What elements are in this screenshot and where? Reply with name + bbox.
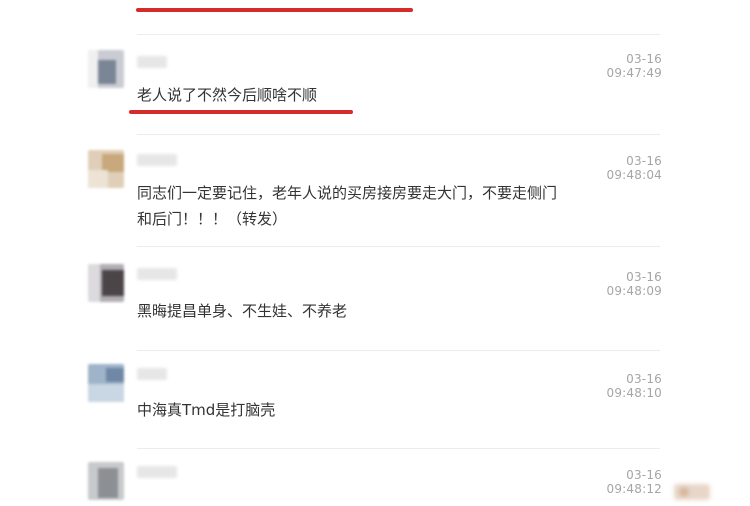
comment-text: 同志们一定要记住，老年人说的买房接房要走大门，不要走侧门 和后门！！！（转发） <box>137 180 657 232</box>
underline-mark <box>129 110 353 114</box>
divider <box>137 350 660 351</box>
avatar[interactable] <box>88 264 124 302</box>
avatar[interactable] <box>88 50 124 88</box>
username[interactable] <box>137 368 167 380</box>
username[interactable] <box>137 466 177 478</box>
comment-timestamp: 03-16 09:48:04 <box>606 154 662 182</box>
comment-timestamp: 03-16 09:48:12 <box>606 468 662 496</box>
comment-timestamp: 03-16 09:48:10 <box>606 372 662 400</box>
comment-text-line: 和后门！！！（转发） <box>137 210 288 228</box>
username[interactable] <box>137 268 177 280</box>
comment-text-line: 同志们一定要记住，老年人说的买房接房要走大门，不要走侧门 <box>137 184 558 202</box>
watermark-logo <box>672 480 712 502</box>
divider <box>137 134 660 135</box>
comment-timestamp: 03-16 09:47:49 <box>606 52 662 80</box>
divider <box>137 246 660 247</box>
comment-text: 中海真Tmd是打脑壳 <box>137 401 276 419</box>
avatar[interactable] <box>88 462 124 500</box>
avatar[interactable] <box>88 364 124 402</box>
divider <box>137 34 660 35</box>
comment-text: 老人说了不然今后顺啥不顺 <box>137 86 318 104</box>
divider <box>137 448 660 449</box>
comment-feed: 03-16 09:47:49 老人说了不然今后顺啥不顺 03-16 09:48:… <box>0 0 750 500</box>
comment-timestamp: 03-16 09:48:09 <box>606 270 662 298</box>
username[interactable] <box>137 154 177 166</box>
underline-mark <box>136 8 413 12</box>
username[interactable] <box>137 56 167 68</box>
comment-text: 黑晦提昌单身、不生娃、不养老 <box>137 302 348 320</box>
avatar[interactable] <box>88 150 124 188</box>
watermark-icon <box>674 484 710 500</box>
